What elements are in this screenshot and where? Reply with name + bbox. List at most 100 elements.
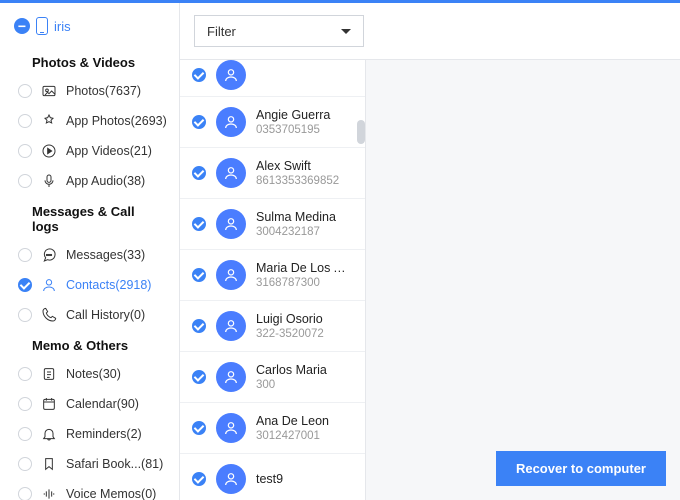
main-panel: Filter Angie Guerra 0353705195 Alex Swift 8… bbox=[180, 3, 680, 500]
contact-item[interactable]: Carlos Maria 300 bbox=[180, 352, 365, 403]
contact-name: test9 bbox=[256, 472, 353, 486]
nav-label: Voice Memos(0) bbox=[66, 487, 156, 500]
contact-number: 0353705195 bbox=[256, 124, 353, 136]
avatar bbox=[216, 311, 246, 341]
device-row[interactable]: − iris bbox=[0, 13, 179, 47]
avatar bbox=[216, 464, 246, 494]
contact-name: Angie Guerra bbox=[256, 108, 353, 122]
nav-label: Reminders(2) bbox=[66, 427, 142, 441]
checkbox[interactable] bbox=[18, 397, 32, 411]
contact-name: Alex Swift bbox=[256, 159, 353, 173]
checkbox[interactable] bbox=[18, 427, 32, 441]
contact-number: 3168787300 bbox=[256, 277, 353, 289]
checkbox-checked[interactable] bbox=[192, 370, 206, 384]
avatar bbox=[216, 413, 246, 443]
nav-label: Notes(30) bbox=[66, 367, 121, 381]
checkbox-checked[interactable] bbox=[192, 217, 206, 231]
filter-label: Filter bbox=[207, 24, 236, 39]
contact-item[interactable]: Maria De Los An...3168787300 bbox=[180, 250, 365, 301]
recover-to-computer-button[interactable]: Recover to computer bbox=[496, 451, 666, 486]
checkbox[interactable] bbox=[18, 457, 32, 471]
sidebar-item-contacts[interactable]: Contacts(2918) bbox=[0, 270, 179, 300]
checkbox-checked[interactable] bbox=[192, 472, 206, 486]
contact-name: Carlos Maria bbox=[256, 363, 353, 377]
sidebar-item-app-videos[interactable]: App Videos(21) bbox=[0, 136, 179, 166]
filter-bar: Filter bbox=[180, 3, 680, 60]
avatar bbox=[216, 362, 246, 392]
sidebar-item-notes[interactable]: Notes(30) bbox=[0, 359, 179, 389]
voice-memos-icon bbox=[40, 485, 58, 500]
contacts-icon bbox=[40, 276, 58, 294]
collapse-icon[interactable]: − bbox=[14, 18, 30, 34]
contact-item[interactable]: Luigi Osorio 322-3520072 bbox=[180, 301, 365, 352]
device-name: iris bbox=[54, 19, 71, 34]
checkbox[interactable] bbox=[18, 144, 32, 158]
avatar bbox=[216, 107, 246, 137]
checkbox-checked[interactable] bbox=[192, 166, 206, 180]
checkbox[interactable] bbox=[18, 248, 32, 262]
sidebar-item-call-history[interactable]: Call History(0) bbox=[0, 300, 179, 330]
app-photos-icon bbox=[40, 112, 58, 130]
nav-label: App Videos(21) bbox=[66, 144, 152, 158]
sidebar-item-messages[interactable]: Messages(33) bbox=[0, 240, 179, 270]
sidebar-item-safari-bookmarks[interactable]: Safari Book...(81) bbox=[0, 449, 179, 479]
checkbox-checked[interactable] bbox=[192, 115, 206, 129]
avatar bbox=[216, 209, 246, 239]
contact-name: Sulma Medina bbox=[256, 210, 353, 224]
checkbox-checked[interactable] bbox=[192, 68, 206, 82]
app-audio-icon bbox=[40, 172, 58, 190]
contact-name: Ana De Leon bbox=[256, 414, 353, 428]
checkbox[interactable] bbox=[18, 367, 32, 381]
checkbox[interactable] bbox=[18, 174, 32, 188]
nav-label: Photos(7637) bbox=[66, 84, 141, 98]
sidebar-item-app-audio[interactable]: App Audio(38) bbox=[0, 166, 179, 196]
avatar bbox=[216, 158, 246, 188]
contact-item[interactable]: Angie Guerra 0353705195 bbox=[180, 97, 365, 148]
checkbox-checked[interactable] bbox=[18, 278, 32, 292]
section-messages-calls: Messages & Call logs bbox=[0, 196, 179, 240]
contact-number: 3012427001 bbox=[256, 430, 353, 442]
calendar-icon bbox=[40, 395, 58, 413]
checkbox[interactable] bbox=[18, 487, 32, 500]
sidebar-item-app-photos[interactable]: App Photos(2693) bbox=[0, 106, 179, 136]
checkbox[interactable] bbox=[18, 308, 32, 322]
checkbox-checked[interactable] bbox=[192, 421, 206, 435]
nav-label: Safari Book...(81) bbox=[66, 457, 163, 471]
checkbox-checked[interactable] bbox=[192, 268, 206, 282]
nav-label: Calendar(90) bbox=[66, 397, 139, 411]
bookmark-icon bbox=[40, 455, 58, 473]
reminders-icon bbox=[40, 425, 58, 443]
contact-item-partial[interactable] bbox=[180, 60, 365, 97]
nav-label: Call History(0) bbox=[66, 308, 145, 322]
checkbox-checked[interactable] bbox=[192, 319, 206, 333]
contact-name: Luigi Osorio bbox=[256, 312, 353, 326]
contact-number: 300 bbox=[256, 379, 353, 391]
nav-label: App Photos(2693) bbox=[66, 114, 167, 128]
nav-label: Messages(33) bbox=[66, 248, 145, 262]
call-history-icon bbox=[40, 306, 58, 324]
contact-list[interactable]: Angie Guerra 0353705195 Alex Swift 86133533… bbox=[180, 60, 366, 500]
contact-number: 8613353369852 bbox=[256, 175, 353, 187]
sidebar-item-calendar[interactable]: Calendar(90) bbox=[0, 389, 179, 419]
contact-number: 322-3520072 bbox=[256, 328, 353, 340]
messages-icon bbox=[40, 246, 58, 264]
nav-label: Contacts(2918) bbox=[66, 278, 151, 292]
section-photos-videos: Photos & Videos bbox=[0, 47, 179, 76]
sidebar-item-photos[interactable]: Photos(7637) bbox=[0, 76, 179, 106]
scrollbar-thumb[interactable] bbox=[357, 120, 365, 144]
avatar bbox=[216, 260, 246, 290]
contact-item[interactable]: Alex Swift 8613353369852 bbox=[180, 148, 365, 199]
contact-number: 3004232187 bbox=[256, 226, 353, 238]
checkbox[interactable] bbox=[18, 114, 32, 128]
contact-item[interactable]: Ana De Leon 3012427001 bbox=[180, 403, 365, 454]
nav-label: App Audio(38) bbox=[66, 174, 145, 188]
checkbox[interactable] bbox=[18, 84, 32, 98]
phone-icon bbox=[36, 17, 48, 35]
filter-dropdown[interactable]: Filter bbox=[194, 15, 364, 47]
sidebar-item-reminders[interactable]: Reminders(2) bbox=[0, 419, 179, 449]
sidebar-item-voice-memos[interactable]: Voice Memos(0) bbox=[0, 479, 179, 500]
contact-item[interactable]: test9 bbox=[180, 454, 365, 500]
section-memo-others: Memo & Others bbox=[0, 330, 179, 359]
chevron-down-icon bbox=[341, 29, 351, 34]
contact-item[interactable]: Sulma Medina 3004232187 bbox=[180, 199, 365, 250]
